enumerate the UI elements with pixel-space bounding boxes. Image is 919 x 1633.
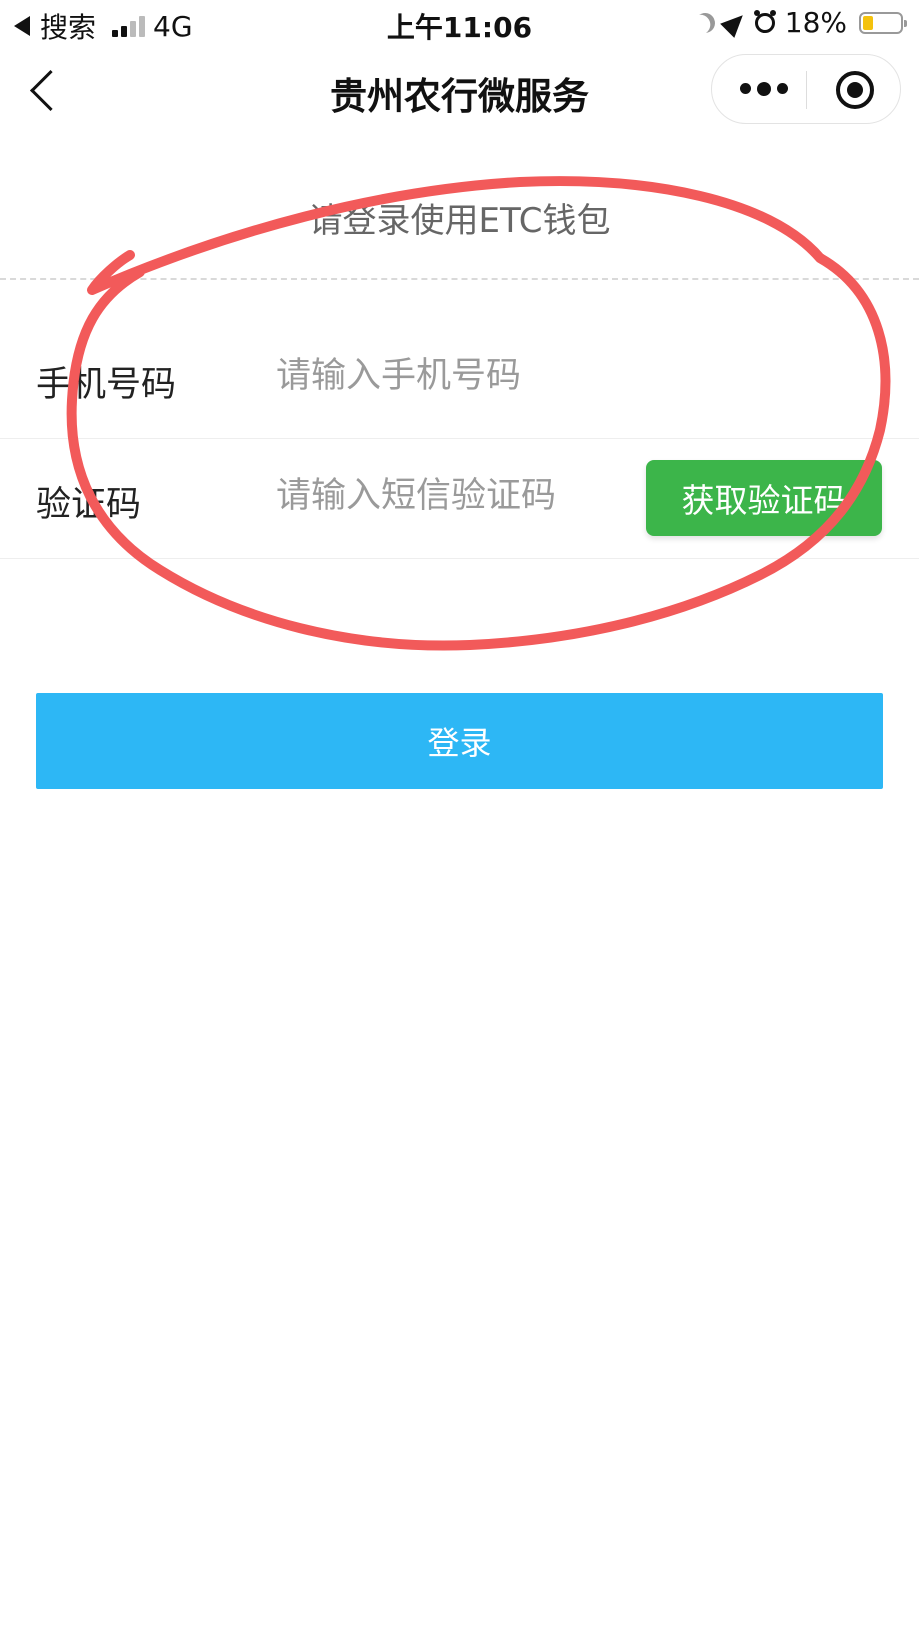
more-dots-icon[interactable] <box>740 82 788 96</box>
code-label: 验证码 <box>36 485 142 525</box>
battery-percent: 18% <box>784 6 847 39</box>
mini-program-capsule <box>711 54 901 124</box>
login-hint: 请登录使用ETC钱包 <box>308 201 611 241</box>
code-row: 验证码 获取验证码 <box>0 438 919 559</box>
location-icon <box>719 7 750 38</box>
close-target-icon[interactable] <box>836 71 874 109</box>
nav-bar: 贵州农行微服务 <box>0 50 919 130</box>
alarm-icon <box>753 9 776 33</box>
phone-label: 手机号码 <box>36 365 177 405</box>
login-button[interactable]: 登录 <box>36 693 883 789</box>
red-circle-annotation <box>66 176 891 651</box>
phone-row: 手机号码 <box>0 318 919 439</box>
battery-fill <box>863 15 873 30</box>
capsule-divider <box>806 71 807 109</box>
status-right: 18% <box>692 6 907 39</box>
battery-icon <box>859 11 907 34</box>
phone-input[interactable] <box>276 348 616 404</box>
screen: 搜索 4G 上午11:06 18% 贵州农行微服务 请登录使用ETC钱包 手机号… <box>0 0 919 1633</box>
moon-icon <box>692 10 718 36</box>
status-bar: 搜索 4G 上午11:06 18% <box>0 0 919 48</box>
get-code-button[interactable]: 获取验证码 <box>646 460 882 536</box>
sms-code-input[interactable] <box>276 468 616 524</box>
dashed-divider <box>0 278 919 280</box>
